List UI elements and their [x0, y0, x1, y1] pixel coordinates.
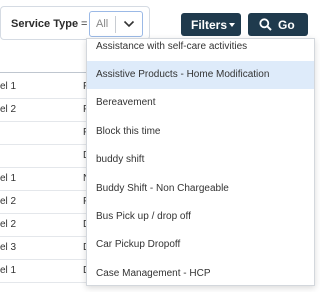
- table-row[interactable]: el 1 D: [0, 260, 100, 282]
- table-row[interactable]: D: [0, 145, 100, 167]
- service-type-select[interactable]: All: [89, 11, 143, 37]
- table-row[interactable]: el 1 F: [0, 76, 100, 98]
- search-icon: [259, 18, 272, 31]
- dropdown-option[interactable]: Assistance with self-care activities: [87, 39, 314, 53]
- table-row[interactable]: el 2 D: [0, 214, 100, 236]
- dropdown-option[interactable]: Bereavement: [87, 89, 314, 117]
- table-cell: el 2: [0, 104, 17, 115]
- dropdown-option[interactable]: Bus Pick up / drop off: [87, 203, 314, 231]
- select-divider: [115, 16, 116, 33]
- go-button[interactable]: Go: [248, 13, 308, 36]
- dropdown-option[interactable]: Case Management - HCP: [87, 260, 314, 285]
- table-cell: el 1: [0, 265, 17, 276]
- table-row[interactable]: el 2 F: [0, 191, 100, 213]
- table-row[interactable]: F: [0, 122, 100, 144]
- table-cell: el 1: [0, 173, 17, 184]
- dropdown-option[interactable]: Car Pickup Dropoff: [87, 231, 314, 259]
- equals-operator: =: [81, 18, 88, 30]
- table-row[interactable]: el 1 N: [0, 168, 100, 190]
- service-type-filter: Service Type = All: [0, 6, 150, 40]
- table-cell: el 3: [0, 242, 17, 253]
- service-type-label: Service Type: [11, 18, 79, 30]
- dropdown-option[interactable]: Buddy Shift - Non Chargeable: [87, 175, 314, 203]
- filters-button-label: Filters: [191, 18, 228, 32]
- dropdown-option[interactable]: buddy shift: [87, 146, 314, 174]
- caret-down-icon: [229, 23, 235, 27]
- select-value: All: [96, 18, 109, 30]
- dropdown-option-highlighted[interactable]: Assistive Products - Home Modification: [87, 61, 314, 89]
- filters-button[interactable]: Filters: [181, 13, 241, 36]
- go-button-label: Go: [278, 18, 295, 32]
- table-cell: el 2: [0, 219, 17, 230]
- table-row[interactable]: el 2 F: [0, 99, 100, 121]
- chevron-down-icon[interactable]: [123, 19, 135, 29]
- dropdown-option[interactable]: Block this time: [87, 118, 314, 146]
- table-cell: el 2: [0, 196, 17, 207]
- service-type-dropdown[interactable]: Assistance with self-care activities Ass…: [86, 38, 315, 286]
- table-cell: el 1: [0, 81, 17, 92]
- table-row[interactable]: el 3 D: [0, 237, 100, 259]
